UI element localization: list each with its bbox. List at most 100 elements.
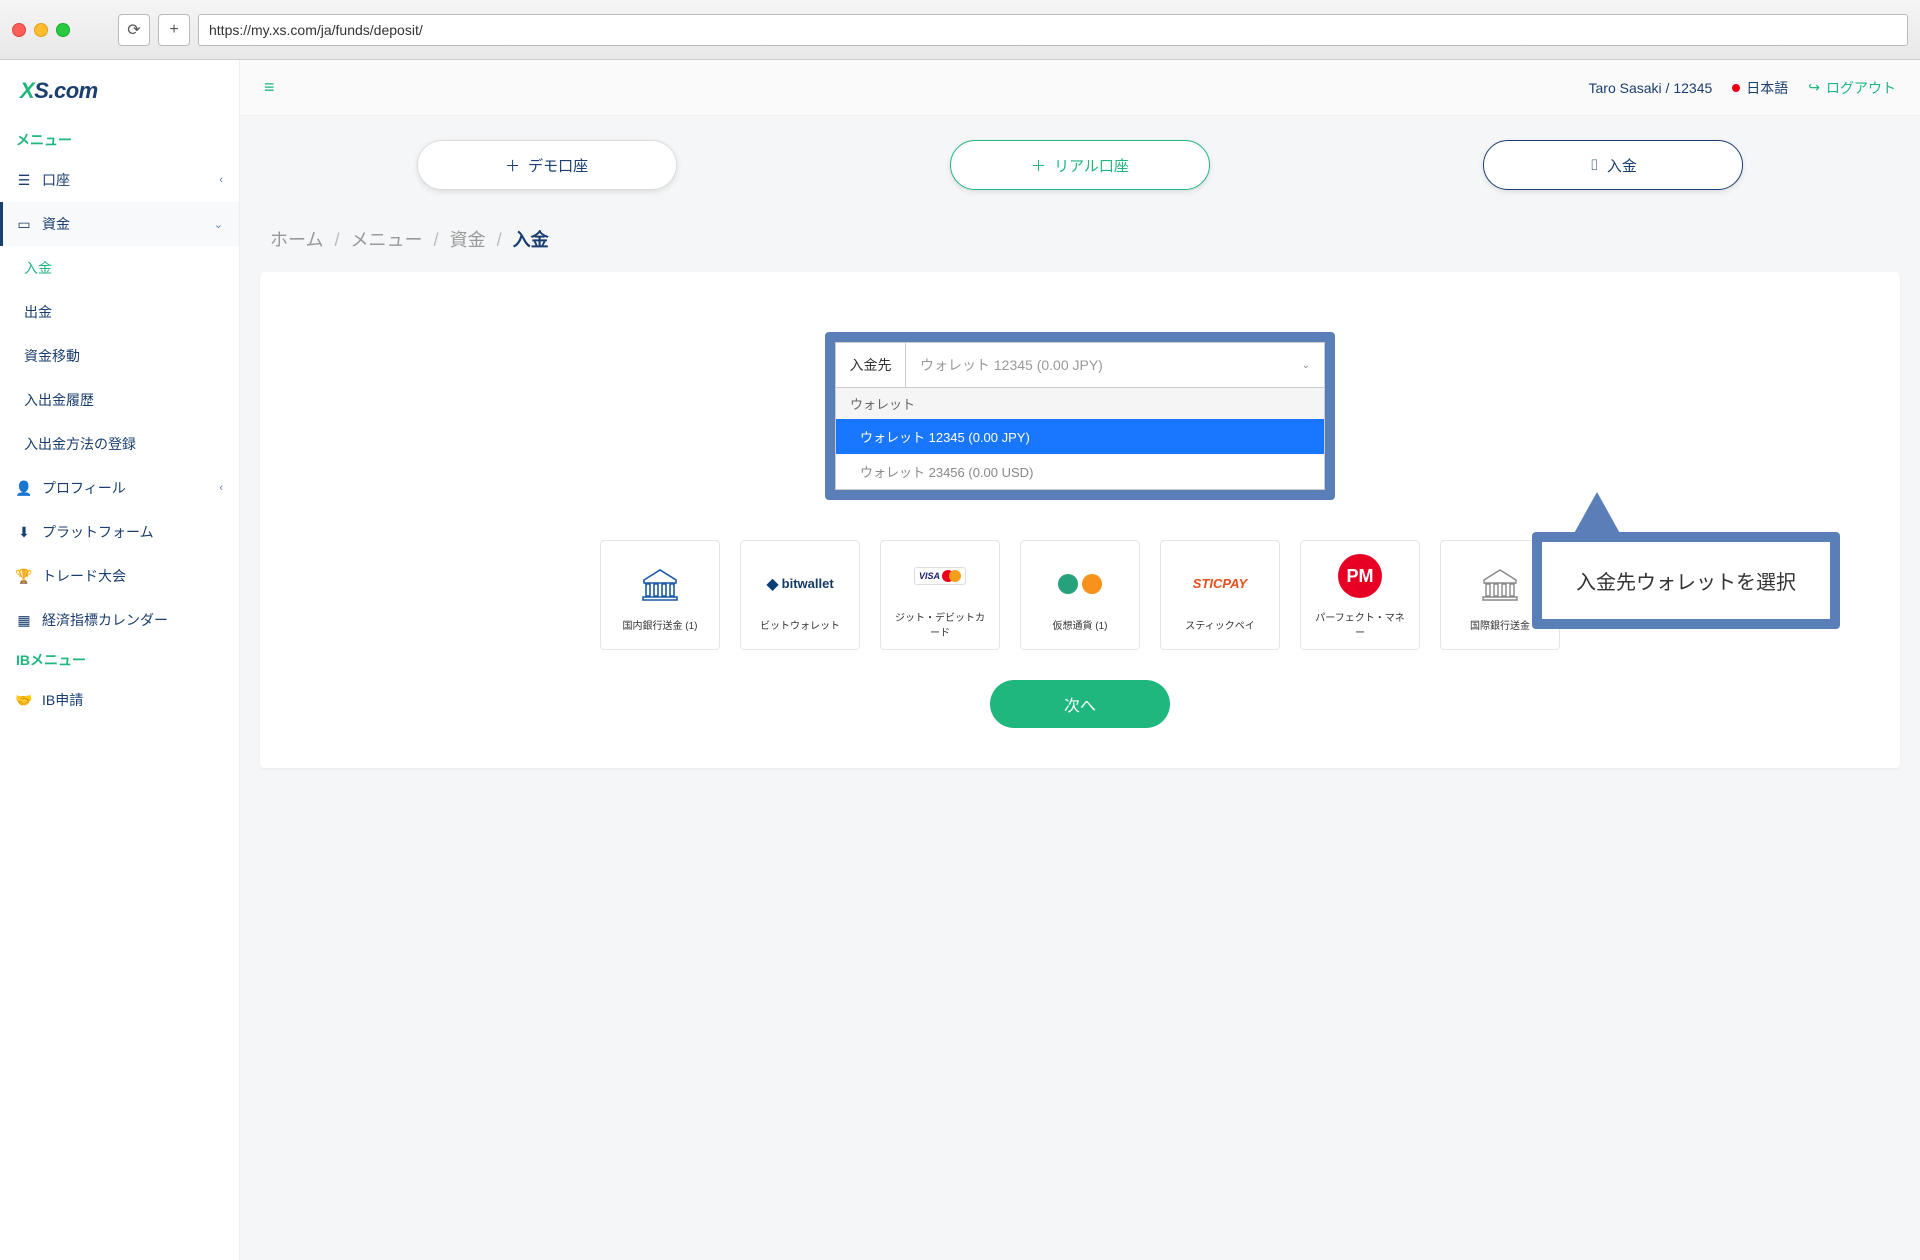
browser-chrome: ⟳ + https://my.xs.com/ja/funds/deposit/: [0, 0, 1920, 60]
logout-button[interactable]: ↪ ログアウト: [1808, 78, 1896, 98]
logo[interactable]: XS.com: [0, 60, 239, 122]
chevron-down-icon: ⌄: [214, 218, 223, 231]
next-button[interactable]: 次へ: [990, 680, 1170, 728]
logout-icon: ↪: [1808, 79, 1820, 96]
payment-label: スティックペイ: [1185, 617, 1254, 632]
sidebar-item-accounts[interactable]: ☰ 口座 ‹: [0, 158, 239, 202]
minimize-window-icon[interactable]: [34, 23, 48, 37]
user-icon: 👤: [16, 480, 32, 497]
sidebar-sub-history[interactable]: 入出金履歴: [0, 378, 239, 422]
sidebar-item-funds[interactable]: ▭ 資金 ⌄: [0, 202, 239, 246]
chevron-left-icon: ‹: [219, 482, 223, 494]
sidebar-sub-deposit[interactable]: 入金: [0, 246, 239, 290]
dropdown-group-label: ウォレット: [836, 388, 1324, 419]
sidebar-item-label: IB申請: [42, 690, 83, 710]
sidebar-sub-transfer[interactable]: 資金移動: [0, 334, 239, 378]
logo-x: X: [20, 78, 34, 103]
plus-icon: ＋: [1031, 155, 1046, 176]
hamburger-icon[interactable]: ≡: [264, 77, 275, 98]
main-content: ≡ Taro Sasaki / 12345 日本語 ↪ ログアウト ＋ デモ口座…: [240, 60, 1920, 1260]
trophy-icon: 🏆: [16, 568, 32, 585]
payment-bitwallet[interactable]: ◆bitwallet ビットウォレット: [740, 540, 860, 650]
card-icon: ⌷: [1590, 157, 1599, 174]
sidebar-item-platform[interactable]: ⬇ プラットフォーム: [0, 510, 239, 554]
close-window-icon[interactable]: [12, 23, 26, 37]
payment-sticpay[interactable]: STICPAY スティックペイ: [1160, 540, 1280, 650]
callout-annotation: 入金先ウォレットを選択: [1532, 532, 1840, 629]
wallet-select-group: 入金先 ウォレット 12345 (0.00 JPY) ⌄ ウォレット ウォレット…: [825, 332, 1335, 500]
payment-label: パーフェクト・マネー: [1311, 609, 1409, 639]
topbar: ≡ Taro Sasaki / 12345 日本語 ↪ ログアウト: [240, 60, 1920, 116]
sidebar-item-label: プラットフォーム: [42, 522, 154, 542]
reload-button[interactable]: ⟳: [118, 14, 150, 46]
new-tab-button[interactable]: +: [158, 14, 190, 46]
url-bar[interactable]: https://my.xs.com/ja/funds/deposit/: [198, 14, 1908, 46]
intl-bank-icon: [1480, 559, 1520, 609]
button-label: デモ口座: [528, 155, 588, 176]
maximize-window-icon[interactable]: [56, 23, 70, 37]
payment-label: ビットウォレット: [760, 617, 840, 632]
sidebar-sub-register[interactable]: 入出金方法の登録: [0, 422, 239, 466]
sidebar: XS.com メニュー ☰ 口座 ‹ ▭ 資金 ⌄ 入金 出金 資金移動 入出金…: [0, 60, 240, 1260]
dropdown-option[interactable]: ウォレット 23456 (0.00 USD): [836, 454, 1324, 489]
real-account-button[interactable]: ＋ リアル口座: [950, 140, 1210, 190]
payment-label: 国内銀行送金 (1): [623, 617, 698, 632]
sticpay-icon: STICPAY: [1193, 559, 1247, 609]
breadcrumb: ホーム / メニュー / 資金 / 入金: [240, 214, 1920, 272]
credit-card-icon: VISA: [914, 551, 966, 601]
download-icon: ⬇: [16, 524, 32, 541]
bank-icon: [640, 559, 680, 609]
button-label: 入金: [1607, 155, 1637, 176]
sidebar-item-label: 資金: [42, 214, 70, 234]
menu-header: メニュー: [0, 122, 239, 158]
payment-card[interactable]: VISA ジット・デビットカード: [880, 540, 1000, 650]
actions-row: ＋ デモ口座 ＋ リアル口座 ⌷ 入金: [240, 116, 1920, 214]
payment-label: ジット・デビットカード: [891, 609, 989, 639]
sidebar-item-profile[interactable]: 👤 プロフィール ‹: [0, 466, 239, 510]
sidebar-item-calendar[interactable]: ▦ 経済指標カレンダー: [0, 598, 239, 642]
wallet-select[interactable]: ウォレット 12345 (0.00 JPY) ⌄: [906, 343, 1324, 387]
payment-perfectmoney[interactable]: PM パーフェクト・マネー: [1300, 540, 1420, 650]
sidebar-item-label: トレード大会: [42, 566, 126, 586]
bitwallet-icon: ◆bitwallet: [766, 559, 833, 609]
payment-bank[interactable]: 国内銀行送金 (1): [600, 540, 720, 650]
flag-jp-icon: [1732, 84, 1740, 92]
logo-com: .com: [48, 78, 97, 103]
sidebar-item-ib-apply[interactable]: 🤝 IB申請: [0, 678, 239, 722]
payment-label: 国際銀行送金: [1470, 617, 1530, 632]
language-selector[interactable]: 日本語: [1732, 78, 1788, 98]
logo-s: S: [34, 78, 48, 103]
button-label: リアル口座: [1054, 155, 1129, 176]
language-label: 日本語: [1746, 78, 1788, 98]
payment-label: 仮想通貨 (1): [1053, 617, 1108, 632]
wallet-dropdown: ウォレット ウォレット 12345 (0.00 JPY) ウォレット 23456…: [835, 388, 1325, 490]
sidebar-item-contest[interactable]: 🏆 トレード大会: [0, 554, 239, 598]
chevron-left-icon: ‹: [219, 174, 223, 186]
traffic-lights: [12, 23, 70, 37]
wallet-icon: ▭: [16, 216, 32, 233]
demo-account-button[interactable]: ＋ デモ口座: [417, 140, 677, 190]
logout-label: ログアウト: [1826, 78, 1896, 98]
plus-icon: ＋: [505, 155, 520, 176]
crumb-current: 入金: [513, 230, 549, 250]
user-info[interactable]: Taro Sasaki / 12345: [1589, 80, 1713, 96]
dropdown-option[interactable]: ウォレット 12345 (0.00 JPY): [836, 419, 1324, 454]
handshake-icon: 🤝: [16, 692, 32, 709]
crumb-menu[interactable]: メニュー: [351, 230, 423, 250]
wallet-select-label: 入金先: [836, 343, 906, 387]
sidebar-item-label: プロフィール: [42, 478, 126, 498]
deposit-card: 入金先 ウォレット 12345 (0.00 JPY) ⌄ ウォレット ウォレット…: [260, 272, 1900, 768]
calendar-icon: ▦: [16, 612, 32, 629]
wallet-select-value: ウォレット 12345 (0.00 JPY): [920, 355, 1103, 375]
ib-menu-header: IBメニュー: [0, 642, 239, 678]
crumb-funds[interactable]: 資金: [450, 230, 486, 250]
crumb-home[interactable]: ホーム: [270, 230, 323, 250]
sidebar-item-label: 口座: [42, 170, 70, 190]
chevron-down-icon: ⌄: [1302, 360, 1310, 371]
sidebar-item-label: 経済指標カレンダー: [42, 610, 168, 630]
perfectmoney-icon: PM: [1338, 551, 1382, 601]
payment-crypto[interactable]: 仮想通貨 (1): [1020, 540, 1140, 650]
list-icon: ☰: [16, 172, 32, 189]
sidebar-sub-withdraw[interactable]: 出金: [0, 290, 239, 334]
deposit-button[interactable]: ⌷ 入金: [1483, 140, 1743, 190]
